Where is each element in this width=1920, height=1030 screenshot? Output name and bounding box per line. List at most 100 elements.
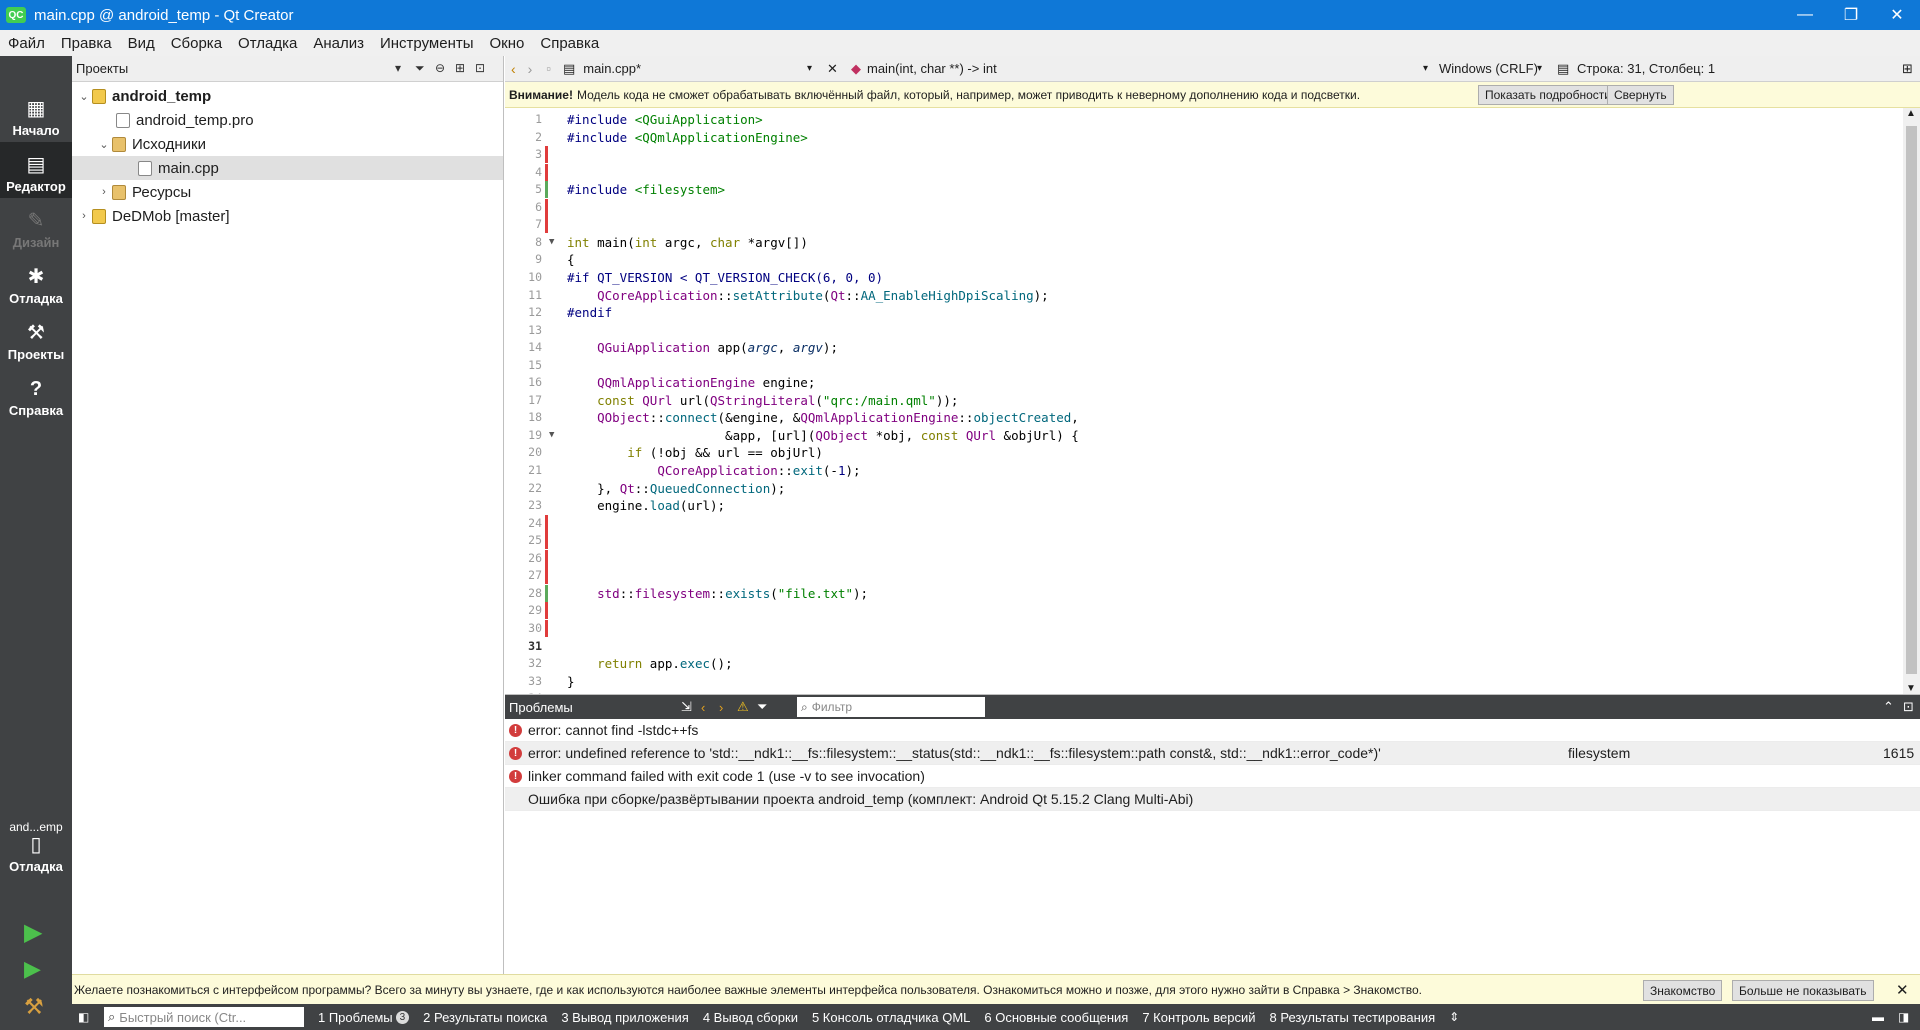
toggle-sidebar-icon[interactable]: ◧ xyxy=(78,1010,89,1024)
code-line[interactable]: std::filesystem::exists("file.txt"); xyxy=(567,585,868,602)
back-icon[interactable]: ‹ xyxy=(511,61,516,77)
code-line[interactable]: QCoreApplication::setAttribute(Qt::AA_En… xyxy=(567,287,1049,304)
build-button[interactable]: ⚒ xyxy=(24,994,44,1020)
line-number[interactable]: 29 xyxy=(505,602,542,619)
clear-icon[interactable]: ⇲ xyxy=(681,699,692,715)
menu-help[interactable]: Справка xyxy=(532,35,607,52)
code-line[interactable]: engine.load(url); xyxy=(567,497,725,514)
minimize-button[interactable]: — xyxy=(1782,0,1828,30)
menu-edit[interactable]: Правка xyxy=(53,35,120,52)
code-line[interactable]: QGuiApplication app(argc, argv); xyxy=(567,339,838,356)
code-area[interactable]: 1 2 3 4 5 6 7 8 ▼ 9 10 11 12 13 14 15 16 17 18 19 ▼ 20 21 22 23 2… xyxy=(505,108,1920,705)
line-number[interactable]: 19 xyxy=(505,427,542,444)
code-line[interactable]: #include <filesystem> xyxy=(567,181,725,198)
tab-search-results[interactable]: 2 Результаты поиска xyxy=(423,1010,547,1025)
chevron-right-icon[interactable]: › xyxy=(76,210,92,222)
tree-item-resources[interactable]: › Ресурсы xyxy=(72,180,503,204)
problem-item[interactable]: ! error: undefined reference to 'std::__… xyxy=(505,742,1920,765)
line-number[interactable]: 25 xyxy=(505,532,542,549)
tree-item-android-temp[interactable]: ⌄ android_temp xyxy=(72,84,503,108)
tree-item-pro-file[interactable]: android_temp.pro xyxy=(72,108,503,132)
menu-analyze[interactable]: Анализ xyxy=(305,35,372,52)
code-line[interactable]: QObject::connect(&engine, &QQmlApplicati… xyxy=(567,409,1079,426)
close-window-button[interactable]: ✕ xyxy=(1874,0,1920,30)
show-details-button[interactable]: Показать подробности xyxy=(1478,85,1618,105)
chevron-down-icon[interactable]: ⌄ xyxy=(96,138,112,151)
vertical-scrollbar[interactable]: ▲ ▼ xyxy=(1903,108,1920,694)
menu-view[interactable]: Вид xyxy=(120,35,163,52)
line-number[interactable]: 20 xyxy=(505,444,542,461)
do-not-show-again-button[interactable]: Больше не показывать xyxy=(1732,980,1874,1001)
line-number[interactable]: 13 xyxy=(505,322,542,339)
problems-filter-input[interactable]: ⌕ Фильтр xyxy=(797,697,985,717)
progress-icon[interactable]: ▬ xyxy=(1872,1010,1884,1024)
file-tab-dropdown-icon[interactable]: ▾ xyxy=(807,63,812,74)
code-line[interactable]: if (!obj && url == objUrl) xyxy=(567,444,823,461)
line-number[interactable]: 28 xyxy=(505,585,542,602)
code-line[interactable]: #endif xyxy=(567,304,612,321)
chevron-down-icon[interactable]: ⌄ xyxy=(76,90,92,103)
line-number[interactable]: 27 xyxy=(505,567,542,584)
kit-selector[interactable]: and...emp ▯ Отладка xyxy=(0,808,72,878)
line-number[interactable]: 24 xyxy=(505,515,542,532)
code-line[interactable]: { xyxy=(567,251,575,268)
code-line[interactable]: #include <QGuiApplication> xyxy=(567,111,763,128)
link-icon[interactable]: ⊖ xyxy=(435,61,445,75)
tab-test-results[interactable]: 8 Результаты тестирования xyxy=(1270,1010,1436,1025)
line-ending-dropdown-icon[interactable]: ▾ xyxy=(1537,63,1542,74)
filter-icon[interactable]: ⏷ xyxy=(415,61,425,76)
more-tabs-icon[interactable]: ⇕ xyxy=(1449,1010,1459,1024)
scroll-down-icon[interactable]: ▼ xyxy=(1906,683,1916,694)
tab-version-control[interactable]: 7 Контроль версий xyxy=(1142,1010,1255,1025)
code-line[interactable]: int main(int argc, char *argv[]) xyxy=(567,234,808,251)
chevron-down-icon[interactable]: ▾ xyxy=(395,61,401,75)
mode-help[interactable]: ? Справка xyxy=(0,366,72,422)
line-number[interactable]: 11 xyxy=(505,287,542,304)
code-line[interactable]: } xyxy=(567,673,575,690)
line-number[interactable]: 30 xyxy=(505,620,542,637)
scroll-up-icon[interactable]: ▲ xyxy=(1906,108,1916,119)
code-line[interactable]: QQmlApplicationEngine engine; xyxy=(567,374,815,391)
locator-input[interactable]: ⌕ Быстрый поиск (Ctr... xyxy=(104,1007,304,1027)
line-number[interactable]: 3 xyxy=(505,146,542,163)
prev-icon[interactable]: ‹ xyxy=(701,700,705,715)
line-number[interactable]: 7 xyxy=(505,216,542,233)
code-line[interactable]: return app.exec(); xyxy=(567,655,732,672)
line-number[interactable]: 9 xyxy=(505,251,542,268)
tab-application-output[interactable]: 3 Вывод приложения xyxy=(561,1010,689,1025)
mode-welcome[interactable]: ▦ Начало xyxy=(0,86,72,142)
mode-debug[interactable]: ✱ Отладка xyxy=(0,254,72,310)
menu-debug[interactable]: Отладка xyxy=(230,35,305,52)
tab-general-messages[interactable]: 6 Основные сообщения xyxy=(984,1010,1128,1025)
close-infobar-icon[interactable]: ✕ xyxy=(1896,981,1909,999)
code-line[interactable]: #include <QQmlApplicationEngine> xyxy=(567,129,808,146)
scrollbar-thumb[interactable] xyxy=(1906,126,1917,674)
warning-filter-icon[interactable]: ⚠ xyxy=(737,699,749,715)
problem-item[interactable]: Ошибка при сборке/развёртывании проекта … xyxy=(505,788,1920,811)
line-number[interactable]: 26 xyxy=(505,550,542,567)
tree-item-main-cpp[interactable]: main.cpp xyxy=(72,156,503,180)
line-number[interactable]: 21 xyxy=(505,462,542,479)
problem-item[interactable]: ! linker command failed with exit code 1… xyxy=(505,765,1920,788)
maximize-button[interactable]: ❐ xyxy=(1828,0,1874,30)
filter-icon[interactable]: ⏷ xyxy=(757,699,767,715)
line-number[interactable]: 12 xyxy=(505,304,542,321)
line-number[interactable]: 5 xyxy=(505,181,542,198)
tab-problems[interactable]: 1 Проблемы 3 xyxy=(318,1010,410,1025)
close-panel-icon[interactable]: ⊡ xyxy=(1903,699,1914,715)
menu-tools[interactable]: Инструменты xyxy=(372,35,482,52)
mode-editor[interactable]: ▤ Редактор xyxy=(0,142,72,198)
code-line[interactable]: #if QT_VERSION < QT_VERSION_CHECK(6, 0, … xyxy=(567,269,883,286)
toggle-output-icon[interactable]: ◨ xyxy=(1898,1010,1909,1024)
split-icon[interactable]: ⊞ xyxy=(455,61,465,75)
close-document-icon[interactable]: ✕ xyxy=(827,61,838,77)
fold-marker-icon[interactable]: ▼ xyxy=(549,234,554,251)
chevron-right-icon[interactable]: › xyxy=(96,186,112,198)
line-number[interactable]: 22 xyxy=(505,480,542,497)
close-panel-icon[interactable]: ⊡ xyxy=(475,61,485,75)
line-number[interactable]: 4 xyxy=(505,164,542,181)
run-button[interactable]: ▶ xyxy=(24,918,42,947)
code-line[interactable]: QCoreApplication::exit(-1); xyxy=(567,462,860,479)
mode-design[interactable]: ✎ Дизайн xyxy=(0,198,72,254)
problem-item[interactable]: ! error: cannot find -lstdc++fs xyxy=(505,719,1920,742)
